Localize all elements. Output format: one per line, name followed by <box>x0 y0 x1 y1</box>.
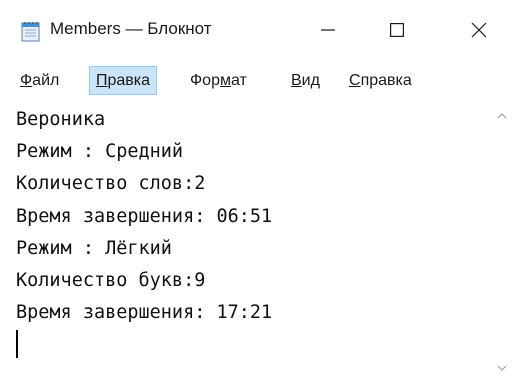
maximize-button[interactable] <box>374 10 420 54</box>
editor-line: Режим : Лёгкий <box>16 237 172 259</box>
editor-line: Режим : Средний <box>16 141 184 163</box>
menu-format[interactable]: Формат <box>184 66 253 95</box>
menu-format-label-post: ат <box>230 72 247 89</box>
menu-file-accel: Ф <box>20 72 33 89</box>
menu-view-label-post: ид <box>301 72 320 89</box>
scroll-down-button[interactable] <box>488 352 515 382</box>
menu-help[interactable]: Справка <box>343 66 418 95</box>
minimize-button[interactable] <box>305 10 351 54</box>
text-editor[interactable]: Вероника Режим : Средний Количество слов:2… <box>14 100 484 382</box>
window-title: Members — Блокнот <box>50 19 212 38</box>
title-bar[interactable]: Members — Блокнот <box>0 0 515 62</box>
menu-file[interactable]: Файл <box>14 66 65 95</box>
maximize-icon <box>390 22 405 42</box>
menu-bar: Файл Правка Формат Вид Справка <box>0 62 515 98</box>
editor-line: Количество слов:2 <box>16 173 206 195</box>
close-button[interactable] <box>456 10 502 54</box>
editor-line: Время завершения: 06:51 <box>16 205 273 227</box>
editor-line: Время завершения: 17:21 <box>16 302 273 324</box>
scroll-up-button[interactable] <box>488 100 515 130</box>
menu-edit-accel: П <box>96 72 108 89</box>
close-icon <box>471 22 487 43</box>
chevron-down-icon <box>497 358 507 376</box>
minimize-icon <box>321 23 335 42</box>
menu-format-accel: м <box>219 72 231 89</box>
menu-view-accel: В <box>291 72 302 89</box>
notepad-window: Members — Блокнот Файл Правка Формат Вид <box>0 0 515 382</box>
editor-line: Вероника <box>16 109 106 130</box>
editor-line: Количество букв:9 <box>16 270 206 292</box>
chevron-up-icon <box>497 106 507 124</box>
menu-help-accel: С <box>349 72 361 89</box>
menu-format-label-pre: Фор <box>190 72 220 89</box>
menu-view[interactable]: Вид <box>285 66 326 95</box>
editor-content: Вероника Режим : Средний Количество слов:2… <box>16 104 272 329</box>
menu-file-label-post: айл <box>32 72 60 89</box>
text-caret <box>16 330 18 358</box>
menu-help-label-post: правка <box>360 72 412 89</box>
menu-edit-label-post: равка <box>107 72 151 89</box>
notepad-icon <box>20 20 42 42</box>
menu-edit[interactable]: Правка <box>89 66 158 95</box>
vertical-scrollbar[interactable] <box>488 100 515 382</box>
